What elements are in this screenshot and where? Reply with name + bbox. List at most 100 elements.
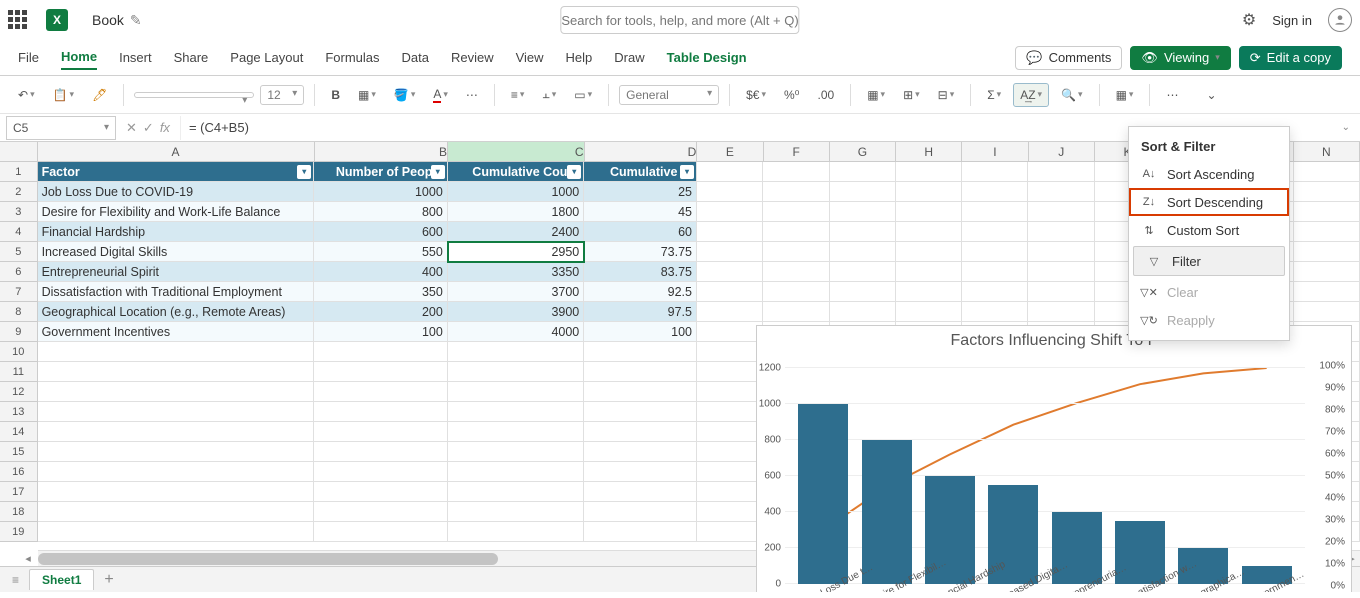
row-header[interactable]: 2 bbox=[0, 182, 38, 202]
select-all-corner[interactable] bbox=[0, 142, 38, 161]
empty-cell[interactable] bbox=[697, 222, 763, 242]
empty-cell[interactable] bbox=[962, 182, 1028, 202]
row-header[interactable]: 5 bbox=[0, 242, 38, 262]
sheet-nav-icon[interactable]: ≡ bbox=[12, 573, 19, 587]
row-header[interactable]: 16 bbox=[0, 462, 38, 482]
empty-cell[interactable] bbox=[1028, 222, 1094, 242]
tab-file[interactable]: File bbox=[18, 46, 39, 69]
empty-cell[interactable] bbox=[763, 282, 829, 302]
tab-insert[interactable]: Insert bbox=[119, 46, 152, 69]
empty-cell[interactable] bbox=[763, 262, 829, 282]
empty-cell[interactable] bbox=[448, 442, 584, 462]
table-cell[interactable]: 3700 bbox=[448, 282, 584, 302]
table-cell[interactable]: 1800 bbox=[448, 202, 584, 222]
borders-button[interactable]: ▦▾ bbox=[352, 84, 382, 106]
table-cell[interactable]: Desire for Flexibility and Work-Life Bal… bbox=[38, 202, 315, 222]
font-size-select[interactable]: 12 bbox=[260, 85, 304, 105]
ribbon-collapse-button[interactable]: ⌄ bbox=[1200, 84, 1222, 106]
filter-dropdown-icon[interactable]: ▾ bbox=[431, 165, 445, 179]
empty-cell[interactable] bbox=[38, 482, 315, 502]
empty-cell[interactable] bbox=[896, 282, 962, 302]
rename-icon[interactable]: ✎ bbox=[130, 12, 142, 29]
empty-cell[interactable] bbox=[830, 242, 896, 262]
empty-cell[interactable] bbox=[38, 342, 315, 362]
table-cell[interactable]: 25 bbox=[584, 182, 697, 202]
scroll-thumb[interactable] bbox=[38, 553, 498, 565]
empty-cell[interactable] bbox=[1294, 282, 1360, 302]
empty-cell[interactable] bbox=[697, 502, 763, 522]
empty-cell[interactable] bbox=[830, 302, 896, 322]
empty-cell[interactable] bbox=[1028, 242, 1094, 262]
empty-cell[interactable] bbox=[697, 322, 763, 342]
empty-cell[interactable] bbox=[314, 482, 447, 502]
tab-review[interactable]: Review bbox=[451, 46, 494, 69]
row-header[interactable]: 1 bbox=[0, 162, 38, 182]
empty-cell[interactable] bbox=[584, 342, 697, 362]
formula-expand-button[interactable]: ⌄ bbox=[1332, 122, 1360, 133]
row-header[interactable]: 18 bbox=[0, 502, 38, 522]
table-cell[interactable]: Government Incentives bbox=[38, 322, 315, 342]
table-cell[interactable]: Dissatisfaction with Traditional Employm… bbox=[38, 282, 315, 302]
table-header-cell[interactable]: Number of People▾ bbox=[314, 162, 447, 182]
delete-cells-button[interactable]: ⊟▾ bbox=[932, 84, 961, 106]
empty-cell[interactable] bbox=[448, 422, 584, 442]
col-header-J[interactable]: J bbox=[1029, 142, 1095, 161]
col-header-N[interactable]: N bbox=[1294, 142, 1360, 161]
empty-cell[interactable] bbox=[448, 502, 584, 522]
empty-cell[interactable] bbox=[314, 342, 447, 362]
empty-cell[interactable] bbox=[896, 262, 962, 282]
empty-cell[interactable] bbox=[697, 302, 763, 322]
table-cell[interactable]: 350 bbox=[314, 282, 447, 302]
empty-cell[interactable] bbox=[1294, 242, 1360, 262]
empty-cell[interactable] bbox=[697, 362, 763, 382]
empty-cell[interactable] bbox=[38, 442, 315, 462]
empty-cell[interactable] bbox=[962, 202, 1028, 222]
empty-cell[interactable] bbox=[830, 222, 896, 242]
autosum-button[interactable]: Σ▾ bbox=[981, 84, 1007, 106]
empty-cell[interactable] bbox=[962, 302, 1028, 322]
table-cell[interactable]: 97.5 bbox=[584, 302, 697, 322]
empty-cell[interactable] bbox=[697, 522, 763, 542]
settings-gear-icon[interactable]: ⚙ bbox=[1242, 10, 1256, 30]
decimal-button[interactable]: .00 bbox=[812, 84, 841, 106]
row-header[interactable]: 14 bbox=[0, 422, 38, 442]
filter-dropdown-icon[interactable]: ▾ bbox=[297, 165, 311, 179]
empty-cell[interactable] bbox=[314, 422, 447, 442]
paste-button[interactable]: 📋▾ bbox=[47, 84, 80, 106]
empty-cell[interactable] bbox=[448, 522, 584, 542]
table-cell[interactable]: 2400 bbox=[448, 222, 584, 242]
table-cell[interactable]: 45 bbox=[584, 202, 697, 222]
empty-cell[interactable] bbox=[1028, 182, 1094, 202]
empty-cell[interactable] bbox=[448, 402, 584, 422]
empty-cell[interactable] bbox=[763, 222, 829, 242]
empty-cell[interactable] bbox=[38, 382, 315, 402]
empty-cell[interactable] bbox=[38, 402, 315, 422]
table-cell[interactable]: 1000 bbox=[314, 182, 447, 202]
empty-cell[interactable] bbox=[584, 422, 697, 442]
empty-cell[interactable] bbox=[697, 262, 763, 282]
undo-button[interactable]: ↶▾ bbox=[12, 84, 41, 106]
empty-cell[interactable] bbox=[1294, 202, 1360, 222]
table-cell[interactable]: 73.75 bbox=[584, 242, 697, 262]
tab-draw[interactable]: Draw bbox=[614, 46, 644, 69]
empty-cell[interactable] bbox=[1028, 302, 1094, 322]
empty-cell[interactable] bbox=[830, 182, 896, 202]
empty-cell[interactable] bbox=[896, 202, 962, 222]
empty-cell[interactable] bbox=[38, 522, 315, 542]
empty-cell[interactable] bbox=[1028, 262, 1094, 282]
tab-view[interactable]: View bbox=[516, 46, 544, 69]
empty-cell[interactable] bbox=[1294, 182, 1360, 202]
empty-cell[interactable] bbox=[896, 182, 962, 202]
table-cell[interactable]: Entrepreneurial Spirit bbox=[38, 262, 315, 282]
sort-filter-button[interactable]: A͢Z▾ bbox=[1013, 83, 1049, 107]
col-header-H[interactable]: H bbox=[896, 142, 962, 161]
workbook-name[interactable]: Book bbox=[92, 12, 124, 28]
empty-cell[interactable] bbox=[1028, 162, 1094, 182]
empty-cell[interactable] bbox=[448, 382, 584, 402]
empty-cell[interactable] bbox=[314, 382, 447, 402]
empty-cell[interactable] bbox=[1028, 202, 1094, 222]
col-header-I[interactable]: I bbox=[962, 142, 1028, 161]
row-header[interactable]: 12 bbox=[0, 382, 38, 402]
empty-cell[interactable] bbox=[830, 262, 896, 282]
empty-cell[interactable] bbox=[584, 482, 697, 502]
